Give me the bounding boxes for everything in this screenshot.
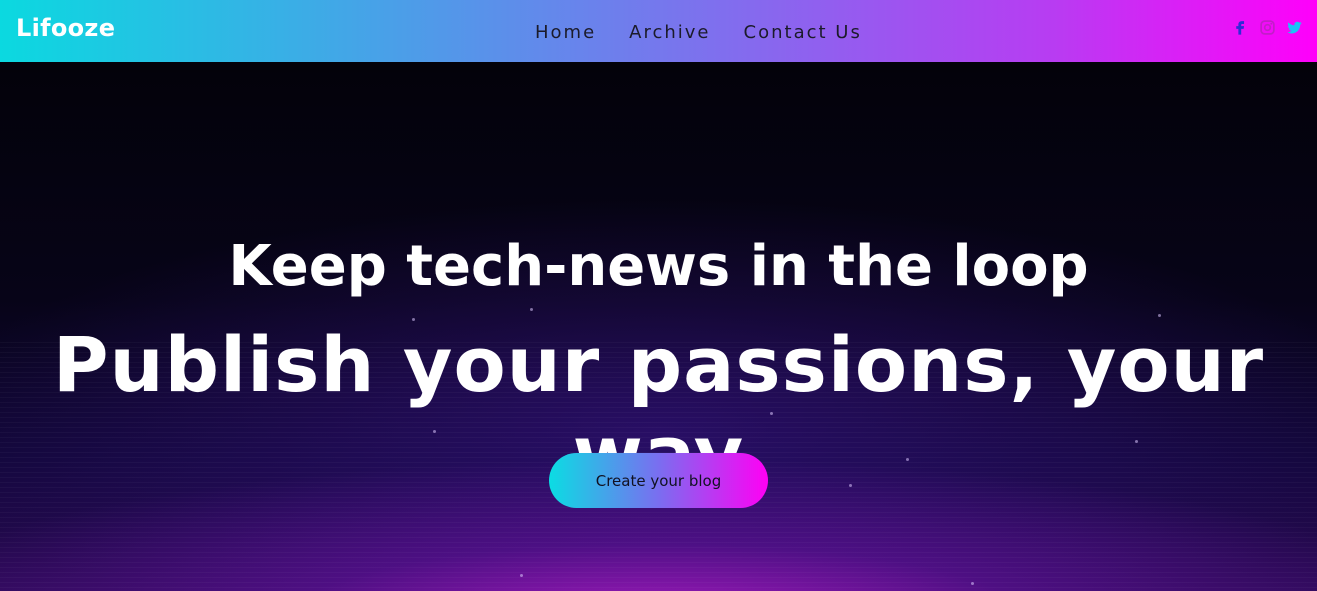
facebook-icon[interactable] bbox=[1232, 19, 1249, 36]
sparkle-dot bbox=[971, 582, 974, 585]
brand-logo[interactable]: Lifooze bbox=[16, 14, 115, 42]
twitter-icon[interactable] bbox=[1286, 19, 1303, 36]
create-blog-button[interactable]: Create your blog bbox=[549, 453, 768, 508]
hero-tagline: Keep tech-news in the loop bbox=[228, 234, 1089, 299]
sparkle-dot bbox=[530, 308, 533, 311]
hero-section: Keep tech-news in the loop Publish your … bbox=[0, 62, 1317, 591]
top-navbar: Lifooze Home Archive Contact Us bbox=[0, 0, 1317, 62]
nav-home-link[interactable]: Home bbox=[535, 22, 596, 43]
instagram-icon[interactable] bbox=[1259, 19, 1276, 36]
nav-archive-link[interactable]: Archive bbox=[629, 22, 710, 43]
main-nav: Home Archive Contact Us bbox=[535, 22, 862, 43]
sparkle-dot bbox=[1158, 314, 1161, 317]
nav-contact-link[interactable]: Contact Us bbox=[744, 22, 862, 43]
social-links bbox=[1232, 19, 1303, 36]
sparkle-dot bbox=[520, 574, 523, 577]
